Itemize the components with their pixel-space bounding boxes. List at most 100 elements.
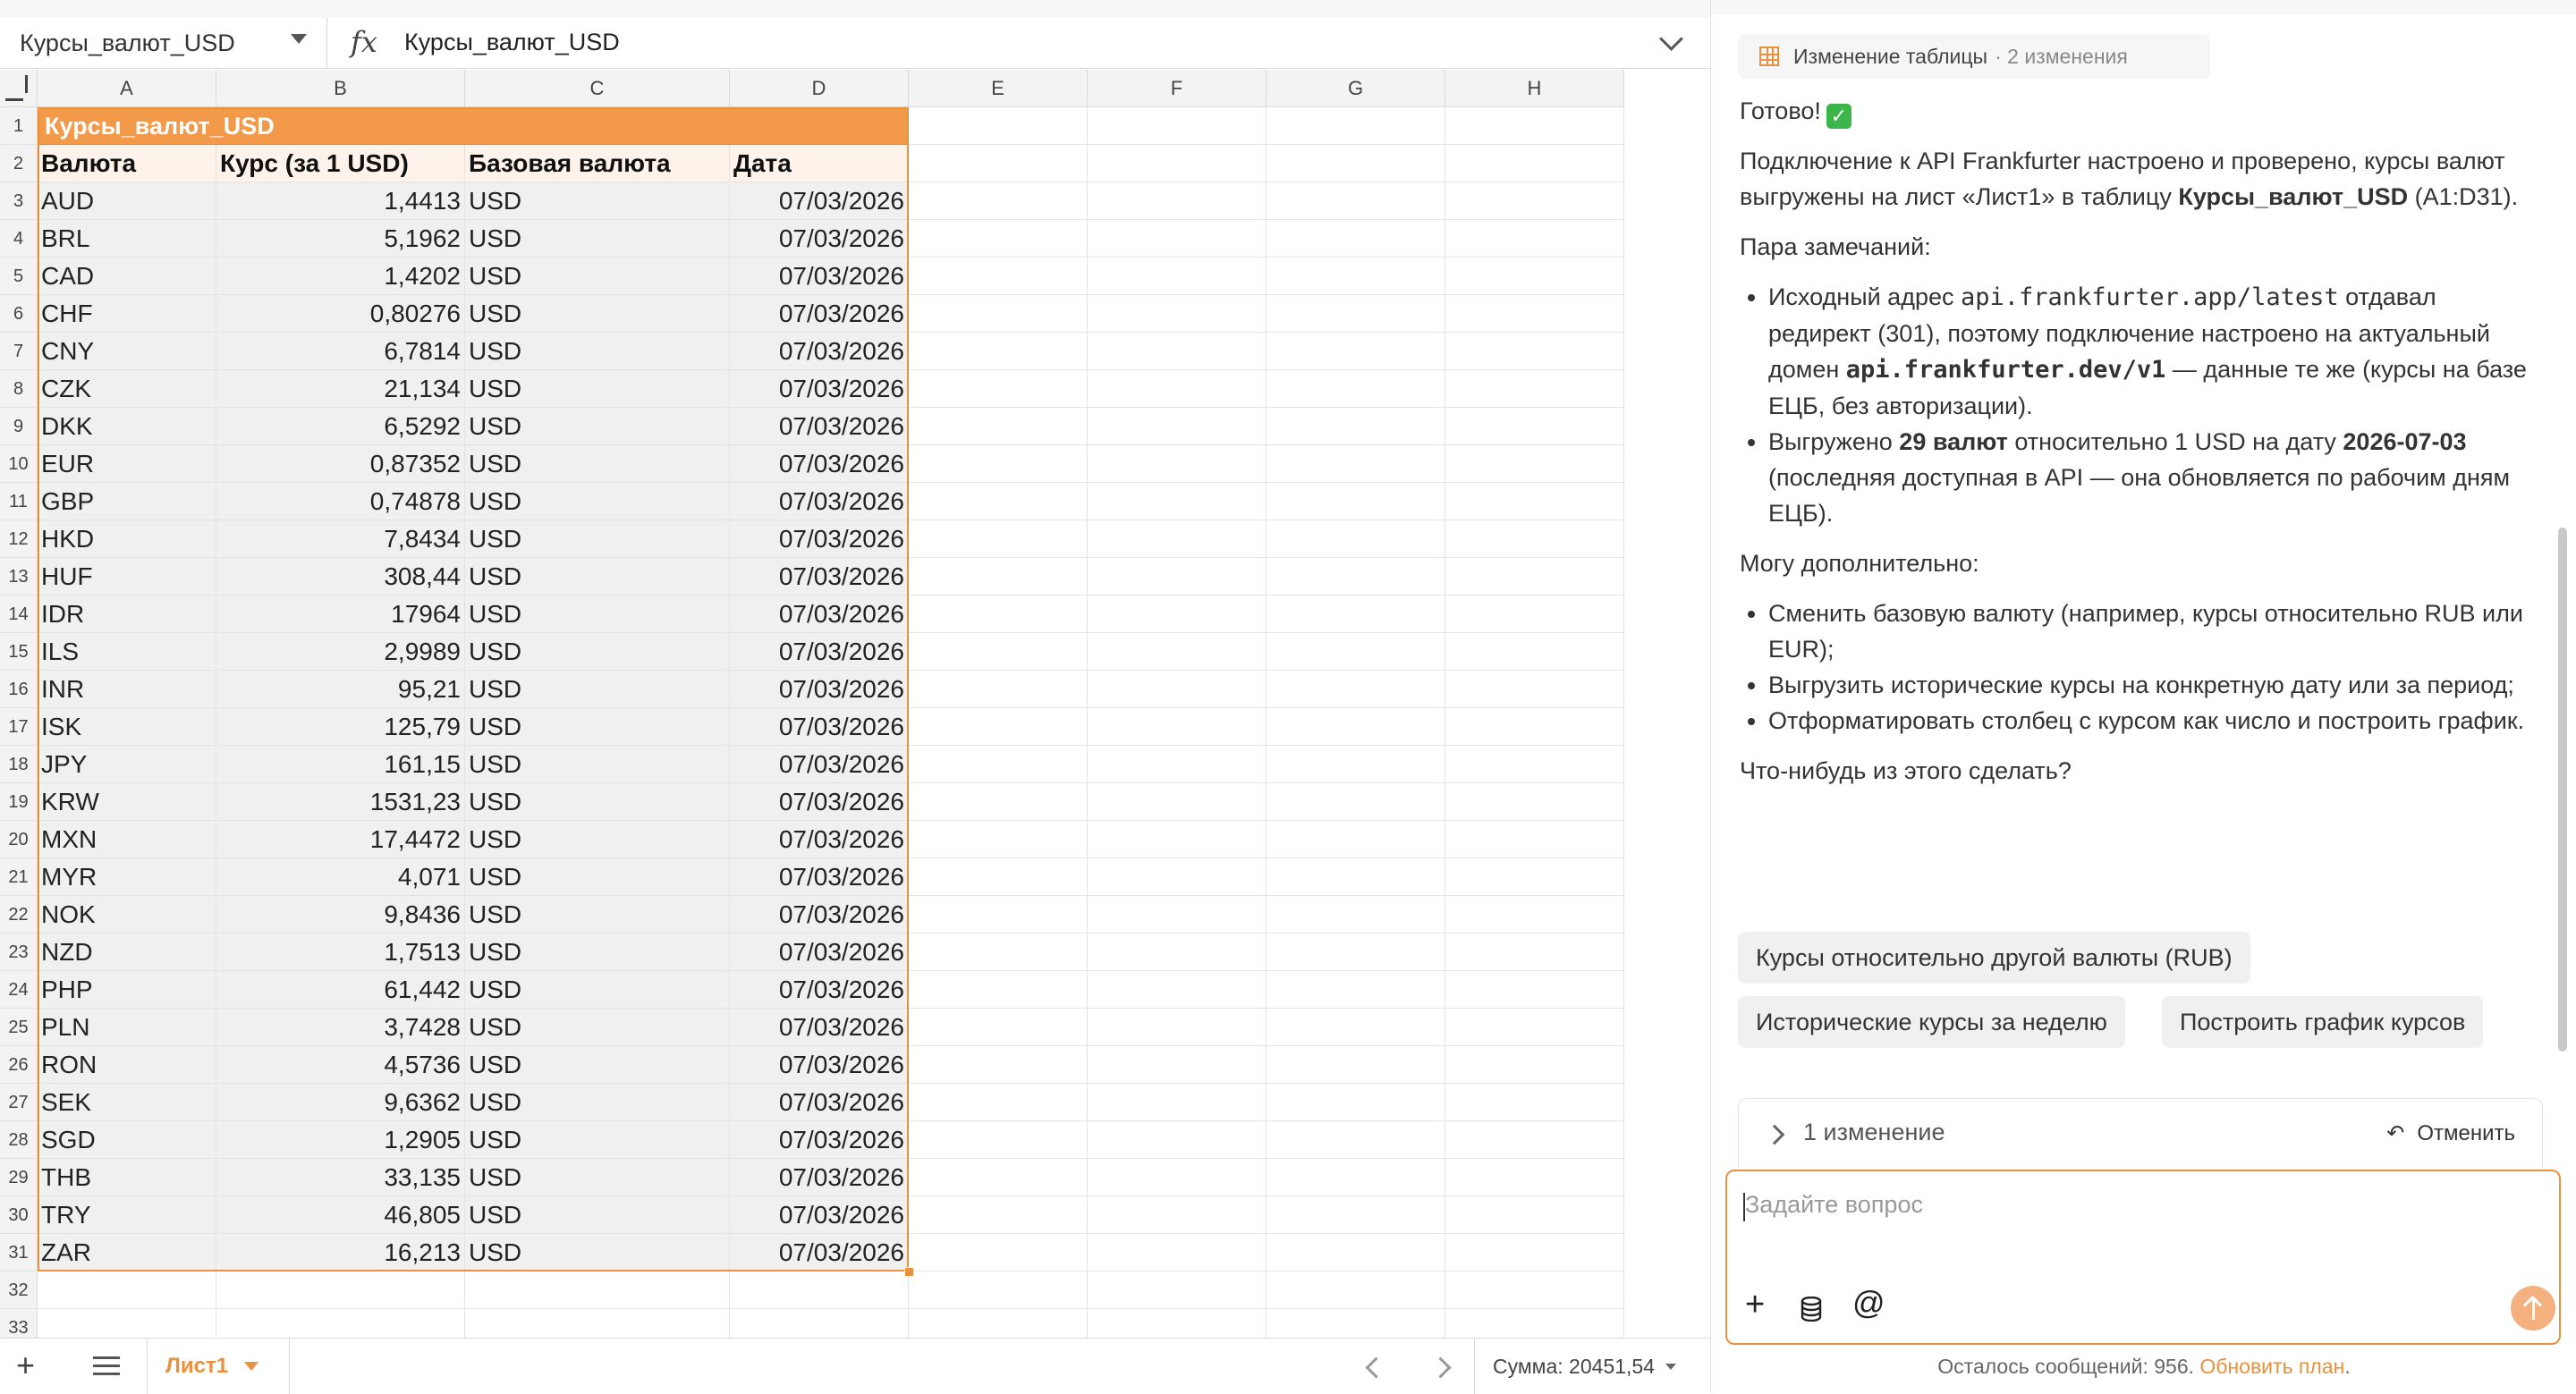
date-cell[interactable]: 07/03/2026	[730, 596, 909, 633]
empty-cell[interactable]	[1445, 258, 1624, 295]
date-cell[interactable]: 07/03/2026	[730, 182, 909, 220]
base-currency-cell[interactable]: USD	[465, 783, 730, 821]
empty-cell[interactable]	[216, 1309, 465, 1338]
empty-cell[interactable]	[1445, 896, 1624, 934]
date-cell[interactable]: 07/03/2026	[730, 258, 909, 295]
base-currency-cell[interactable]: USD	[465, 182, 730, 220]
rate-cell[interactable]: 61,442	[216, 971, 465, 1009]
currency-cell[interactable]: GBP	[38, 483, 216, 520]
row-header[interactable]: 26	[0, 1046, 38, 1084]
column-header-b[interactable]: B	[216, 70, 465, 107]
empty-cell[interactable]	[909, 1084, 1088, 1121]
empty-cell[interactable]	[909, 746, 1088, 783]
row-header[interactable]: 2	[0, 145, 38, 182]
empty-cell[interactable]	[909, 483, 1088, 520]
base-currency-cell[interactable]: USD	[465, 821, 730, 858]
rate-cell[interactable]: 17964	[216, 596, 465, 633]
empty-cell[interactable]	[909, 858, 1088, 896]
date-cell[interactable]: 07/03/2026	[730, 821, 909, 858]
rate-cell[interactable]: 5,1962	[216, 220, 465, 258]
row-header[interactable]: 31	[0, 1234, 38, 1271]
base-currency-cell[interactable]: USD	[465, 408, 730, 445]
empty-cell[interactable]	[1445, 1309, 1624, 1338]
undo-button[interactable]: ↶ Отменить	[2386, 1120, 2515, 1146]
date-cell[interactable]: 07/03/2026	[730, 1159, 909, 1196]
row-header[interactable]: 22	[0, 896, 38, 934]
base-currency-cell[interactable]: USD	[465, 1234, 730, 1271]
empty-cell[interactable]	[1267, 370, 1445, 408]
empty-cell[interactable]	[1445, 1271, 1624, 1309]
rate-cell[interactable]: 33,135	[216, 1159, 465, 1196]
currency-cell[interactable]: CAD	[38, 258, 216, 295]
name-box-dropdown-icon[interactable]	[291, 34, 307, 44]
row-header[interactable]: 1	[0, 107, 38, 145]
currency-cell[interactable]: EUR	[38, 445, 216, 483]
empty-cell[interactable]	[1445, 596, 1624, 633]
empty-cell[interactable]	[1267, 783, 1445, 821]
empty-cell[interactable]	[1267, 821, 1445, 858]
empty-cell[interactable]	[1088, 1121, 1267, 1159]
changes-summary-row[interactable]: 1 изменение ↶ Отменить	[1738, 1098, 2543, 1171]
empty-cell[interactable]	[909, 821, 1088, 858]
empty-cell[interactable]	[1267, 145, 1445, 182]
rate-cell[interactable]: 0,80276	[216, 295, 465, 333]
empty-cell[interactable]	[1267, 596, 1445, 633]
empty-cell[interactable]	[730, 1271, 909, 1309]
empty-cell[interactable]	[1445, 934, 1624, 971]
row-header[interactable]: 5	[0, 258, 38, 295]
empty-cell[interactable]	[1088, 1084, 1267, 1121]
empty-cell[interactable]	[1088, 821, 1267, 858]
rate-cell[interactable]: 1,7513	[216, 934, 465, 971]
empty-cell[interactable]	[909, 708, 1088, 746]
currency-cell[interactable]: ILS	[38, 633, 216, 671]
empty-cell[interactable]	[1088, 182, 1267, 220]
base-currency-cell[interactable]: USD	[465, 1159, 730, 1196]
currency-cell[interactable]: PLN	[38, 1009, 216, 1046]
row-header[interactable]: 28	[0, 1121, 38, 1159]
empty-cell[interactable]	[1088, 934, 1267, 971]
empty-cell[interactable]	[1445, 783, 1624, 821]
date-cell[interactable]: 07/03/2026	[730, 934, 909, 971]
empty-cell[interactable]	[1267, 1159, 1445, 1196]
empty-cell[interactable]	[1267, 1046, 1445, 1084]
empty-cell[interactable]	[1445, 145, 1624, 182]
rate-cell[interactable]: 125,79	[216, 708, 465, 746]
currency-cell[interactable]: BRL	[38, 220, 216, 258]
sheet-tab-active[interactable]: Лист1	[147, 1339, 290, 1394]
rate-cell[interactable]: 4,071	[216, 858, 465, 896]
expand-formula-chevron-icon[interactable]	[1659, 27, 1683, 51]
row-header[interactable]: 29	[0, 1159, 38, 1196]
base-currency-cell[interactable]: USD	[465, 333, 730, 370]
fill-handle[interactable]	[904, 1267, 914, 1277]
empty-cell[interactable]	[1088, 520, 1267, 558]
sheet-grid[interactable]: A B C D E F G H 1 Курсы_валют_USD 2 Валюта Курс (за …	[0, 70, 1710, 1338]
date-cell[interactable]: 07/03/2026	[730, 896, 909, 934]
rate-cell[interactable]: 95,21	[216, 671, 465, 708]
currency-cell[interactable]: THB	[38, 1159, 216, 1196]
row-header[interactable]: 3	[0, 182, 38, 220]
base-currency-cell[interactable]: USD	[465, 671, 730, 708]
date-cell[interactable]: 07/03/2026	[730, 520, 909, 558]
row-header[interactable]: 32	[0, 1271, 38, 1309]
empty-cell[interactable]	[1088, 1196, 1267, 1234]
empty-cell[interactable]	[1088, 896, 1267, 934]
empty-cell[interactable]	[1267, 1271, 1445, 1309]
empty-cell[interactable]	[909, 258, 1088, 295]
currency-cell[interactable]: DKK	[38, 408, 216, 445]
empty-cell[interactable]	[1267, 1234, 1445, 1271]
date-cell[interactable]: 07/03/2026	[730, 1084, 909, 1121]
empty-cell[interactable]	[1267, 445, 1445, 483]
currency-cell[interactable]: JPY	[38, 746, 216, 783]
table-change-chip[interactable]: Изменение таблицы · 2 изменения	[1738, 34, 2210, 79]
column-header-e[interactable]: E	[909, 70, 1088, 107]
date-cell[interactable]: 07/03/2026	[730, 370, 909, 408]
currency-cell[interactable]: INR	[38, 671, 216, 708]
empty-cell[interactable]	[1088, 408, 1267, 445]
empty-cell[interactable]	[1445, 370, 1624, 408]
empty-cell[interactable]	[909, 934, 1088, 971]
currency-cell[interactable]: RON	[38, 1046, 216, 1084]
empty-cell[interactable]	[1445, 558, 1624, 596]
base-currency-cell[interactable]: USD	[465, 708, 730, 746]
base-currency-cell[interactable]: USD	[465, 370, 730, 408]
row-header[interactable]: 8	[0, 370, 38, 408]
